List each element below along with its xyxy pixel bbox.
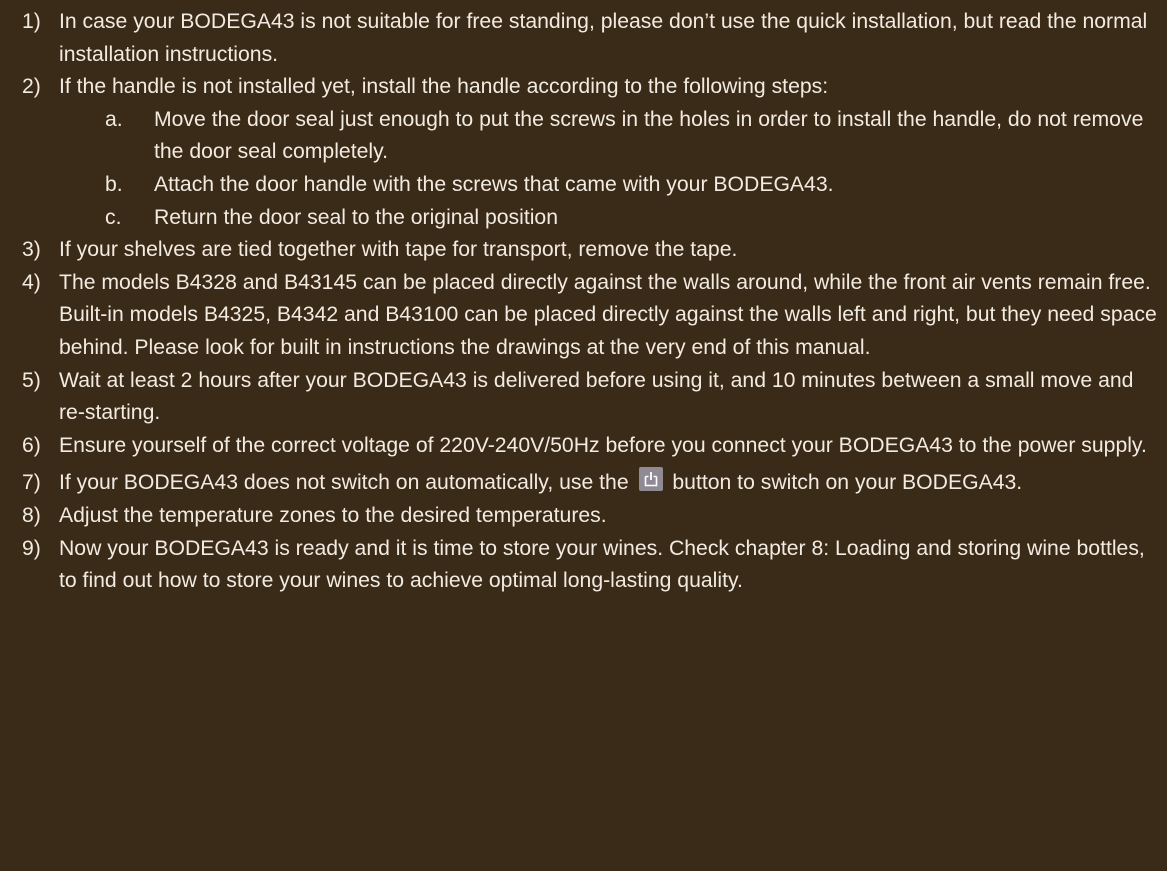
- item-text: In case your BODEGA43 is not suitable fo…: [59, 10, 1148, 66]
- list-item: 2) If the handle is not installed yet, i…: [0, 71, 1167, 104]
- item-number: 3): [22, 238, 41, 262]
- item-number: 4): [22, 270, 41, 294]
- list-item: 8) Adjust the temperature zones to the d…: [0, 500, 1167, 533]
- item-text-before: If your BODEGA43 does not switch on auto…: [59, 471, 629, 495]
- item-number: 6): [22, 433, 41, 457]
- list-item: 4) The models B4328 and B43145 can be pl…: [0, 267, 1167, 365]
- item-text: Adjust the temperature zones to the desi…: [59, 503, 607, 527]
- sub-list-item: c. Return the door seal to the original …: [0, 202, 1167, 235]
- item-number: 9): [22, 536, 41, 560]
- sub-list-item: a. Move the door seal just enough to put…: [0, 104, 1167, 169]
- sub-item-letter: b.: [105, 172, 123, 196]
- sub-item-letter: c.: [105, 205, 122, 229]
- list-item: 3) If your shelves are tied together wit…: [0, 234, 1167, 267]
- list-item: 5) Wait at least 2 hours after your BODE…: [0, 365, 1167, 430]
- sub-item-text: Move the door seal just enough to put th…: [154, 107, 1144, 164]
- item-text: If the handle is not installed yet, inst…: [59, 75, 829, 99]
- power-icon: [638, 467, 663, 492]
- instructions-page: 1) In case your BODEGA43 is not suitable…: [0, 0, 1167, 871]
- list-item: 6) Ensure yourself of the correct voltag…: [0, 430, 1167, 463]
- list-item: 1) In case your BODEGA43 is not suitable…: [0, 6, 1167, 71]
- item-text: The models B4328 and B43145 can be place…: [59, 270, 1157, 359]
- sub-item-text: Return the door seal to the original pos…: [154, 205, 558, 229]
- item-text-after: button to switch on your BODEGA43.: [672, 471, 1023, 495]
- item-text: Now your BODEGA43 is ready and it is tim…: [59, 536, 1145, 593]
- item-number: 5): [22, 368, 41, 392]
- sub-list-item: b. Attach the door handle with the screw…: [0, 169, 1167, 202]
- list-item: 9) Now your BODEGA43 is ready and it is …: [0, 533, 1167, 598]
- sub-item-text: Attach the door handle with the screws t…: [154, 172, 834, 196]
- item-text: Wait at least 2 hours after your BODEGA4…: [59, 368, 1134, 425]
- item-number: 7): [22, 471, 41, 495]
- list-item: 7) If your BODEGA43 does not switch on a…: [0, 467, 1167, 500]
- item-number: 1): [22, 10, 41, 33]
- item-number: 2): [22, 75, 41, 99]
- sub-item-letter: a.: [105, 107, 123, 131]
- item-text: If your shelves are tied together with t…: [59, 238, 738, 262]
- item-number: 8): [22, 503, 41, 527]
- item-text: Ensure yourself of the correct voltage o…: [59, 433, 1147, 457]
